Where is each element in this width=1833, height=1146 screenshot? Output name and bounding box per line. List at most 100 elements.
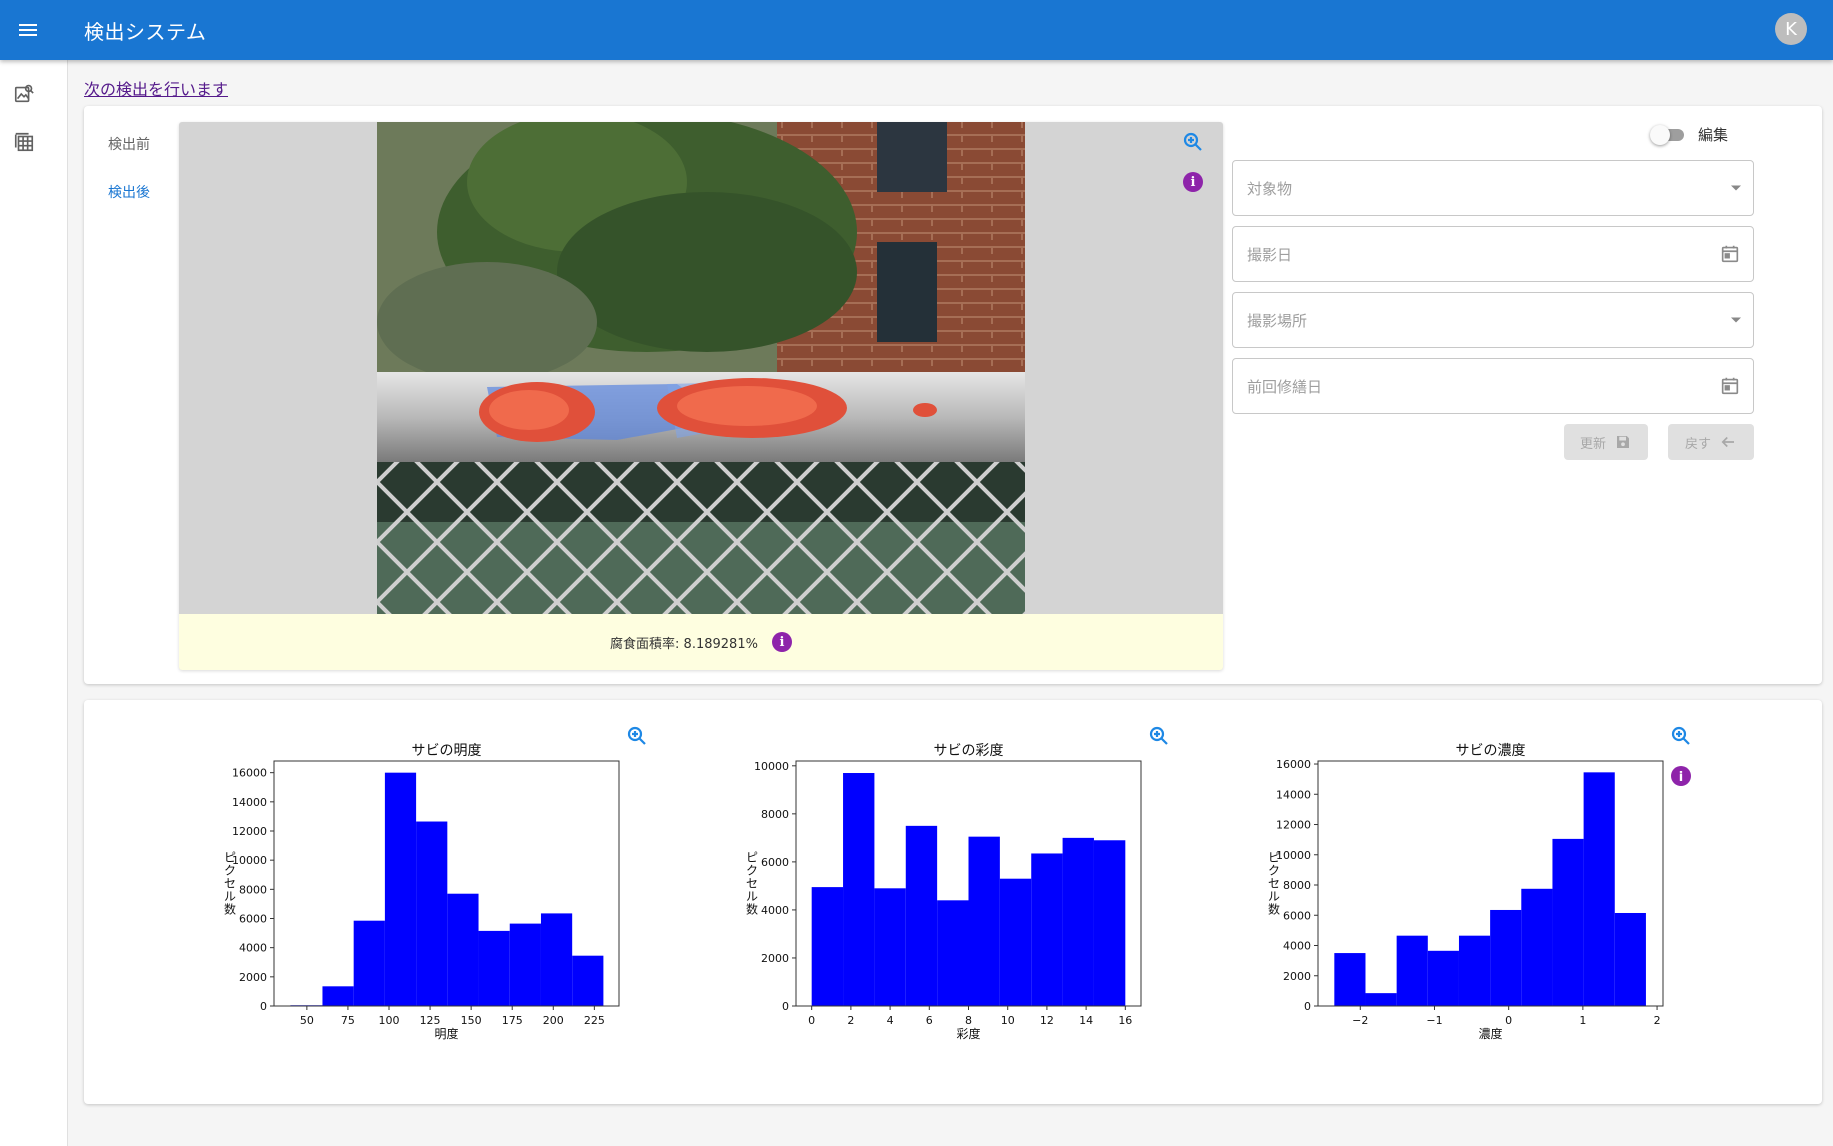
histogram-bar (1365, 993, 1397, 1006)
x-tick-label: 14 (1079, 1014, 1093, 1027)
tab-before-detection[interactable]: 検出前 (100, 120, 190, 168)
histogram-bar (1583, 772, 1615, 1006)
histogram-bar (1490, 909, 1522, 1006)
histogram-bar (1093, 840, 1126, 1006)
corrosion-rate-text: 腐食面積率: 8.189281% (610, 636, 758, 652)
histogram-bar (322, 986, 354, 1006)
detection-result-image (377, 122, 1025, 614)
image-zoom-button[interactable] (1181, 130, 1205, 154)
y-tick-label: 14000 (1276, 788, 1311, 801)
x-tick-label: 16 (1118, 1014, 1132, 1027)
y-axis-label: ピクセル数 (746, 851, 758, 917)
x-tick-label: 50 (300, 1014, 314, 1027)
chart-title: サビの明度 (412, 743, 482, 759)
update-button[interactable]: 更新 (1564, 424, 1648, 460)
histogram-bar (937, 900, 969, 1006)
histogram-bar (1614, 912, 1646, 1006)
y-tick-label: 16000 (232, 767, 267, 780)
menu-button[interactable] (0, 0, 56, 60)
y-tick-label: 10000 (754, 760, 789, 773)
vertical-tabs: 検出前 検出後 (100, 120, 190, 216)
histogram-bar (1458, 935, 1491, 1006)
y-tick-label: 12000 (1276, 819, 1311, 832)
next-detection-link[interactable]: 次の検出を行います (84, 76, 228, 100)
x-tick-label: 6 (926, 1014, 933, 1027)
y-tick-label: 14000 (232, 796, 267, 809)
calendar-icon[interactable] (1719, 375, 1741, 397)
chart-title: サビの彩度 (934, 743, 1004, 759)
rail-item-table[interactable] (0, 118, 48, 166)
shoot-date-placeholder: 撮影日 (1247, 245, 1293, 264)
y-tick-label: 0 (782, 1000, 789, 1013)
histogram-bar (1031, 853, 1063, 1006)
y-tick-label: 12000 (232, 825, 267, 838)
x-tick-label: −2 (1352, 1014, 1368, 1027)
histogram-bar (447, 893, 479, 1006)
y-tick-label: 10000 (1276, 849, 1311, 862)
back-button[interactable]: 戻す (1668, 424, 1754, 460)
app-bar: 検出システム K (0, 0, 1833, 60)
target-placeholder: 対象物 (1247, 179, 1293, 198)
histogram-plot: サビの彩度 0 2 4 6 8 10 12 14 16 0 2000 4000 6000 8000 10000… (746, 726, 1168, 1041)
x-tick-label: 150 (461, 1014, 482, 1027)
y-tick-label: 6000 (761, 856, 789, 869)
back-button-label: 戻す (1684, 436, 1711, 452)
corrosion-info-icon[interactable]: i (771, 632, 792, 652)
image-info-icon[interactable]: i (1183, 172, 1203, 192)
tab-after-detection[interactable]: 検出後 (100, 168, 190, 216)
rail-item-detect[interactable] (0, 70, 48, 118)
y-tick-label: 16000 (1276, 758, 1311, 771)
edit-toggle[interactable] (1649, 124, 1686, 145)
x-tick-label: 8 (965, 1014, 972, 1027)
histogram-bar (1062, 837, 1094, 1006)
histogram-bar (874, 888, 906, 1006)
histogram-bar (843, 773, 875, 1006)
density-histogram: サビの濃度 −2 −1 0 1 2 0 2000 4000 6000 8000 10000 12000 1… (1214, 700, 1734, 1104)
x-axis-label: 明度 (434, 1026, 458, 1041)
shoot-date-field[interactable]: 撮影日 (1232, 226, 1754, 282)
histogram-bar (1334, 953, 1366, 1006)
histogram-bar (416, 821, 448, 1006)
chart-info-icon[interactable]: i (1671, 766, 1691, 786)
x-tick-label: 12 (1040, 1014, 1054, 1027)
x-tick-label: 0 (808, 1014, 815, 1027)
x-tick-label: 125 (420, 1014, 441, 1027)
y-tick-label: 4000 (761, 904, 789, 917)
calendar-icon[interactable] (1719, 243, 1741, 265)
x-tick-label: 75 (341, 1014, 355, 1027)
zoom-in-icon[interactable] (1149, 726, 1168, 745)
histogram-plot: サビの明度 50 75 100 125 150 175 200 225 0 2000 4000 6000… (224, 726, 646, 1041)
target-select[interactable]: 対象物 (1232, 160, 1754, 216)
y-tick-label: 2000 (1283, 970, 1311, 983)
dropdown-arrow-icon (1731, 317, 1741, 323)
histogram-bar (1427, 950, 1459, 1006)
histogram-bar (1552, 838, 1584, 1006)
zoom-in-icon[interactable] (627, 726, 646, 745)
x-tick-label: 0 (1505, 1014, 1512, 1027)
y-tick-label: 2000 (761, 952, 789, 965)
side-rail (0, 60, 68, 1146)
last-repair-date-field[interactable]: 前回修繕日 (1232, 358, 1754, 414)
y-tick-label: 6000 (1283, 909, 1311, 922)
x-tick-label: 225 (584, 1014, 605, 1027)
brightness-histogram: サビの明度 50 75 100 125 150 175 200 225 0 2000 4000 6000… (170, 700, 690, 1104)
histogram-bar (905, 825, 938, 1006)
detection-card: 検出前 検出後 i 腐食面積率: 8.189281% i 編集 対象物 撮影日 … (84, 106, 1822, 684)
y-tick-label: 8000 (1283, 879, 1311, 892)
zoom-in-icon[interactable] (1671, 726, 1690, 745)
zoom-in-icon (1183, 132, 1202, 151)
y-tick-label: 0 (260, 1000, 267, 1013)
location-select[interactable]: 撮影場所 (1232, 292, 1754, 348)
y-tick-label: 8000 (239, 883, 267, 896)
histogram-bar (999, 878, 1032, 1006)
user-avatar[interactable]: K (1775, 13, 1807, 45)
histogram-bar (1521, 888, 1553, 1006)
histogram-bar (353, 920, 385, 1006)
y-axis-label: ピクセル数 (1268, 851, 1280, 917)
table-icon (14, 132, 34, 152)
edit-toggle-row: 編集 (1649, 124, 1728, 145)
image-panel: i 腐食面積率: 8.189281% i (179, 122, 1223, 670)
histogram-plot: サビの濃度 −2 −1 0 1 2 0 2000 4000 6000 8000 10000 12000 1… (1268, 726, 1691, 1041)
histogram-bar (478, 930, 510, 1006)
x-tick-label: 10 (1001, 1014, 1015, 1027)
